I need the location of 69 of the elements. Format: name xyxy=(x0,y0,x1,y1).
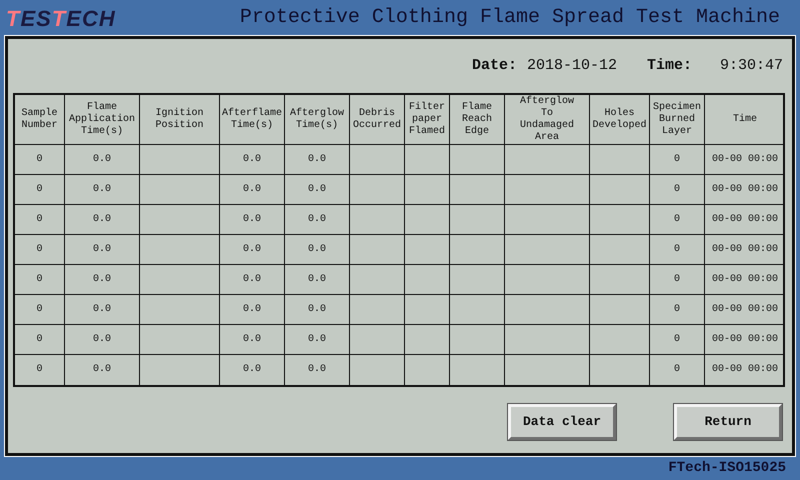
table-cell: 0 xyxy=(674,274,680,286)
table-cell: 0.0 xyxy=(242,184,261,196)
column-header: Afterglow To Undamaged Area xyxy=(520,96,574,144)
table-cell: 00-00 00:00 xyxy=(712,364,778,376)
window-title: Protective Clothing Flame Spread Test Machine xyxy=(240,5,780,31)
table-cell: 00-00 00:00 xyxy=(712,154,778,166)
column-header: Flame Application Time(s) xyxy=(68,102,135,138)
column-header: Flame Reach Edge xyxy=(462,102,492,138)
table-cell: 0 xyxy=(674,244,680,256)
table-cell: 0.0 xyxy=(308,304,326,316)
table-cell: 0 xyxy=(674,304,680,316)
table-cell: 0.0 xyxy=(92,154,111,166)
table-cell: 0.0 xyxy=(92,244,111,256)
table-cell: 0.0 xyxy=(242,274,261,286)
table-cell: 0.0 xyxy=(242,304,261,316)
column-header: Afterflame Time(s) xyxy=(222,108,282,132)
table-cell: 0 xyxy=(674,364,680,376)
table-cell: 0.0 xyxy=(242,244,261,256)
column-header: Time xyxy=(732,114,757,126)
table-cell: 00-00 00:00 xyxy=(712,184,778,196)
table-cell: 0.0 xyxy=(308,244,326,256)
return-button[interactable]: Return xyxy=(674,404,782,440)
table-cell: 0 xyxy=(674,334,680,346)
table-cell: 0.0 xyxy=(308,154,326,166)
column-header: Debris Occurred xyxy=(352,108,401,132)
table-cell: 0.0 xyxy=(92,184,111,196)
table-cell: 0.0 xyxy=(242,214,261,226)
table-cell: 0 xyxy=(674,154,680,166)
table-cell: 0 xyxy=(36,184,42,196)
table-cell: 0 xyxy=(36,304,42,316)
table-cell: 0.0 xyxy=(242,364,261,376)
table-cell: 0 xyxy=(36,364,42,376)
column-header: Filter paper Flamed xyxy=(408,102,445,138)
table-cell: 0.0 xyxy=(242,334,261,346)
table-cell: 0 xyxy=(36,154,42,166)
table-cell: 0.0 xyxy=(92,274,111,286)
table-cell: 00-00 00:00 xyxy=(712,214,778,226)
table-cell: 0.0 xyxy=(92,364,111,376)
model-label: FTech-ISO15025 xyxy=(668,458,786,478)
column-header: Holes Developed xyxy=(592,108,646,132)
table-cell: 0 xyxy=(36,214,42,226)
table-cell: 00-00 00:00 xyxy=(712,334,778,346)
table-cell: 0.0 xyxy=(308,214,326,226)
table-cell: 0.0 xyxy=(92,304,111,316)
table-cell: 0 xyxy=(36,244,42,256)
date-label: Date: xyxy=(472,56,517,76)
date-value: 2018-10-12 xyxy=(526,56,617,76)
table-cell: 0.0 xyxy=(308,364,326,376)
table-cell: 0.0 xyxy=(308,184,326,196)
time-value: 9:30:47 xyxy=(720,56,783,76)
table-cell: 0 xyxy=(674,184,680,196)
table-cell: 0.0 xyxy=(92,214,111,226)
table-cell: 00-00 00:00 xyxy=(712,274,778,286)
data-clear-button[interactable]: Data clear xyxy=(508,404,616,440)
table-cell: 00-00 00:00 xyxy=(712,304,778,316)
table-cell: 00-00 00:00 xyxy=(712,244,778,256)
column-header: Ignition Position xyxy=(155,108,204,132)
table-cell: 0.0 xyxy=(92,334,111,346)
column-header: Sample Number xyxy=(21,108,58,132)
table-cell: 0.0 xyxy=(242,154,261,166)
table-cell: 0 xyxy=(674,214,680,226)
brand-logo: TESTECH xyxy=(6,4,116,32)
time-label: Time: xyxy=(646,56,692,76)
table-cell: 0 xyxy=(36,334,42,346)
table-cell: 0.0 xyxy=(308,274,326,286)
column-header: Afterglow Time(s) xyxy=(290,108,344,132)
column-header: Specimen Burned Layer xyxy=(652,102,701,138)
table-cell: 0 xyxy=(36,274,42,286)
table-cell: 0.0 xyxy=(308,334,326,346)
